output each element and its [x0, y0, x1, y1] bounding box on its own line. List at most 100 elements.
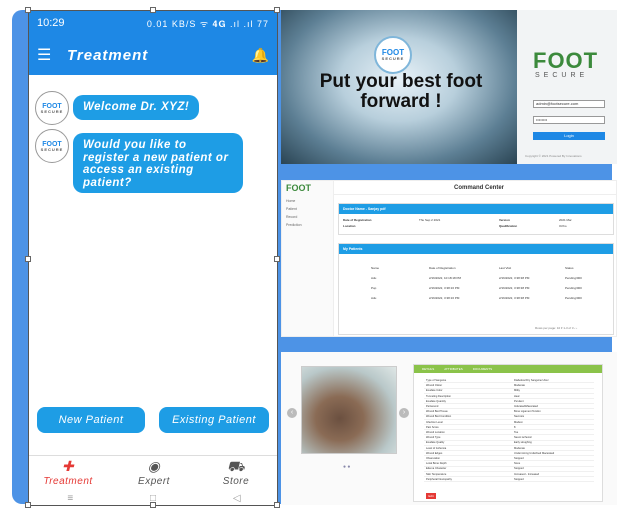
- existing-patient-button[interactable]: Existing Patient: [159, 407, 269, 433]
- row-key: Skin Temperature: [426, 472, 447, 476]
- row-value: Toe: [514, 431, 519, 434]
- resize-handle[interactable]: [274, 256, 280, 262]
- login-screenshot: FOOT SECURE Put your best foot forward ! …: [281, 10, 617, 164]
- canvas: 10:29 0.01 KB/S ᯤ 𝟒𝐆 .ıl .ıl 77 ☰ Treatm…: [0, 0, 622, 509]
- next-arrow-icon[interactable]: ›: [399, 408, 409, 418]
- cart-icon: ⛟: [226, 458, 246, 474]
- nav-treatment[interactable]: ✚ Treatment: [33, 458, 103, 487]
- row-value: Early sloughing: [514, 441, 532, 445]
- command-center-screenshot: FOOT Home Patient Record Prediction Comm…: [281, 180, 617, 337]
- wound-photo: [301, 366, 397, 454]
- resize-handle[interactable]: [25, 7, 31, 13]
- carousel-dots: ● ●: [343, 464, 351, 470]
- bandage-icon: ✚: [61, 458, 75, 474]
- table-row[interactable]: Adu: [371, 296, 376, 300]
- row-key: Peripheral Neuropathy: [426, 477, 452, 481]
- row-key: Exudate Color: [426, 389, 443, 393]
- password-field[interactable]: ••••••••: [533, 116, 605, 124]
- resize-handle[interactable]: [25, 256, 31, 262]
- row-key: Pain Score: [426, 425, 439, 429]
- menu-icon[interactable]: ☰: [37, 45, 67, 65]
- bell-icon[interactable]: 🔔: [252, 47, 269, 64]
- edit-button[interactable]: Edit: [426, 493, 436, 499]
- tab-documents[interactable]: DOCUMENTS: [473, 365, 492, 373]
- login-brand: FOOT: [533, 48, 599, 73]
- row-key: Edema Character: [426, 467, 447, 471]
- table-row: Level of Ischemia Moderate: [424, 447, 594, 451]
- row-value: Diabetical Dry Sanguine Ulcer: [514, 379, 549, 382]
- row-key: Type of Sanguine: [426, 379, 447, 382]
- bot-avatar: FOOT SECURE: [35, 91, 69, 125]
- cmd-side-item-patient[interactable]: Patient: [286, 207, 297, 211]
- row-key: Observation: [426, 457, 440, 460]
- cmd-logo: FOOT: [286, 183, 311, 193]
- resize-handle[interactable]: [274, 502, 280, 508]
- table-row: Wound Bed Condition Necrosis: [424, 415, 594, 420]
- status-time: 10:29: [37, 17, 65, 29]
- cmd-title: Command Center: [454, 185, 505, 191]
- tab-details[interactable]: DETAILS: [422, 365, 434, 373]
- table-row: Periwound Indurated/Macerated: [424, 405, 594, 410]
- row-value: Milky: [514, 389, 520, 393]
- resize-handle[interactable]: [150, 7, 156, 13]
- row-value: Necrosis: [514, 415, 525, 419]
- doctor-card: Doctor Name - Sanjay pdf Date of Registr…: [338, 203, 614, 235]
- row-value: Modest: [514, 420, 523, 424]
- table-row[interactable]: Pop: [371, 286, 376, 290]
- login-footer: Copyright © 2021 Powered By Innovations: [525, 154, 582, 158]
- chat-message-question: Would you like to register a new patient…: [73, 133, 243, 193]
- row-key: Wound Location: [426, 431, 445, 434]
- wound-details-screenshot: ‹ › ● ● DETAILS ATTRIBUTES DOCUMENTS Typ…: [281, 352, 617, 505]
- chat-area: FOOT SECURE Welcome Dr. XYZ! FOOT SECURE W…: [29, 75, 277, 415]
- row-key: Periwound: [426, 405, 439, 408]
- table-pager[interactable]: Rows per page: 10 ▾ 1-3 of 3 ‹ ›: [535, 326, 577, 330]
- cmd-side-item-home[interactable]: Home: [286, 199, 295, 203]
- resize-handle[interactable]: [25, 502, 31, 508]
- row-value: Neuro ischemic: [514, 436, 532, 440]
- login-button[interactable]: Login: [533, 132, 605, 140]
- table-row: Peripheral Neuropathy Stopped: [424, 477, 594, 483]
- app-bar: ☰ Treatment 🔔: [29, 35, 277, 75]
- row-value: Indurated/Macerated: [514, 405, 538, 408]
- cmd-side-item-record[interactable]: Record: [286, 215, 297, 219]
- row-value: Stopped: [514, 457, 524, 460]
- table-row: Wound Odour Moderate: [424, 384, 594, 389]
- table-row: Pain Score 8: [424, 425, 594, 431]
- row-key: Infection Level: [426, 420, 443, 424]
- row-key: Local Bone Depth: [426, 462, 447, 466]
- tab-attributes[interactable]: ATTRIBUTES: [444, 365, 462, 373]
- cmd-side-item-prediction[interactable]: Prediction: [286, 223, 302, 227]
- table-row: Exudate Quality Early sloughing: [424, 441, 594, 446]
- table-row[interactable]: Adu: [371, 276, 376, 280]
- email-field[interactable]: admin@footsecure.com: [533, 100, 605, 108]
- row-key: Wound Type: [426, 436, 441, 440]
- details-table: DETAILS ATTRIBUTES DOCUMENTS Type of San…: [413, 364, 603, 502]
- foot-secure-logo: FOOT SECURE: [374, 36, 412, 74]
- back-icon[interactable]: ◁: [233, 493, 241, 504]
- resize-handle[interactable]: [274, 7, 280, 13]
- doctor-card-header: Doctor Name - Sanjay pdf: [339, 204, 613, 214]
- new-patient-button[interactable]: New Patient: [37, 407, 145, 433]
- app-title: Treatment: [67, 46, 149, 64]
- table-row: Wound Bed Tissue Bone Ligament Tendon: [424, 410, 594, 415]
- prev-arrow-icon[interactable]: ‹: [287, 408, 297, 418]
- row-value: Stopped: [514, 477, 524, 481]
- phone-screen: 10:29 0.01 KB/S ᯤ 𝟒𝐆 .ıl .ıl 77 ☰ Treatm…: [28, 10, 278, 506]
- row-key: Wound Bed Condition: [426, 415, 452, 419]
- row-value: Moderate: [514, 384, 525, 388]
- resize-handle[interactable]: [150, 502, 156, 508]
- nav-store[interactable]: ⛟ Store: [201, 458, 271, 487]
- patients-card-header: My Patients: [339, 244, 613, 254]
- person-icon: ◉: [147, 458, 161, 474]
- login-headline: Put your best foot forward !: [319, 71, 483, 112]
- row-key: Tunneling Description: [426, 394, 451, 398]
- nav-expert[interactable]: ◉ Expert: [119, 458, 189, 487]
- status-icons: 0.01 KB/S ᯤ 𝟒𝐆 .ıl .ıl 77: [146, 18, 269, 29]
- recents-icon[interactable]: ≡: [67, 493, 73, 504]
- table-row: Exudate Quantity Purulent: [424, 400, 594, 405]
- table-row: Infection Level Modest: [424, 421, 594, 425]
- status-bar: 10:29 0.01 KB/S ᯤ 𝟒𝐆 .ıl .ıl 77: [29, 11, 277, 35]
- table-row: Edema Character Stopped: [424, 467, 594, 472]
- chat-message-welcome: Welcome Dr. XYZ!: [73, 95, 200, 120]
- table-row: Local Bone Depth None: [424, 462, 594, 467]
